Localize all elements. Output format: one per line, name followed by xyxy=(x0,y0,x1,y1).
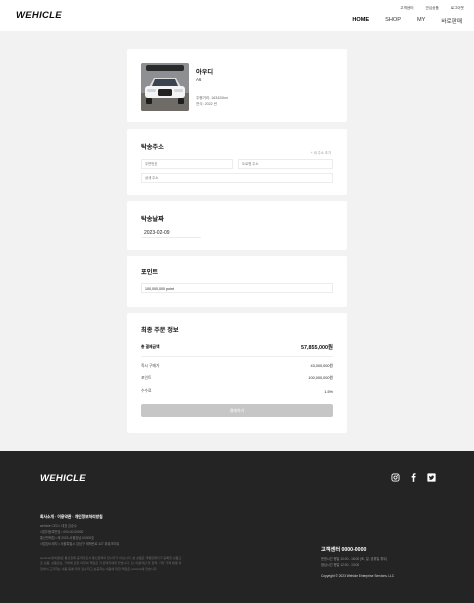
point-row-label: 포인트 xyxy=(141,376,152,380)
point-input[interactable]: 100,000,000 point xyxy=(141,283,333,293)
main-nav: HOME SHOP MY 바로판매 xyxy=(352,17,462,25)
car-year: 연식: 2022 년 xyxy=(196,102,217,106)
car-brand: 아우디 xyxy=(196,69,214,76)
delivery-date-card: 탁송날짜 2023-02-09 xyxy=(127,201,347,250)
instagram-icon[interactable] xyxy=(391,473,400,482)
util-logout[interactable]: 로그아웃 xyxy=(451,6,464,11)
postcode-input[interactable] xyxy=(141,159,233,169)
point-row-value: 100,000,000원 xyxy=(308,376,333,380)
total-amount-row: 총 결제금액 57,855,000원 xyxy=(141,343,333,352)
car-summary-card: 아우디 A6 주행거리: 163420km 연식: 2022 년 xyxy=(127,49,347,122)
add-address-link[interactable]: + 새 주소 추가 xyxy=(311,150,331,155)
utility-menu: 고객센터 관심상품 로그아웃 xyxy=(400,6,464,11)
road-address-input[interactable] xyxy=(238,159,333,169)
instant-price-label: 즉시 구매가 xyxy=(141,364,160,368)
copyright: Copyright © 2023 Wehicle Enterprise Serv… xyxy=(321,574,395,578)
nav-home[interactable]: HOME xyxy=(352,17,369,25)
fee-label: 수수료 xyxy=(141,389,152,393)
instant-price-row: 즉시 구매가 43,000,000원 xyxy=(141,364,333,369)
customer-center-hours: 운영시간 평일 10:00 - 18:00 (토, 일, 공휴일 휴무) 점심시… xyxy=(321,556,387,568)
fee-row: 수수료 1.5% xyxy=(141,389,333,394)
total-value: 57,855,000원 xyxy=(301,345,333,351)
footer-links[interactable]: 회사소개 · 이용약관 · 개인정보처리방침 xyxy=(40,515,103,520)
car-mileage: 주행거리: 163420km xyxy=(196,96,229,100)
cs-hours-line: 점심시간 평일 12:00 - 13:00 xyxy=(321,563,360,567)
nav-shop[interactable]: SHOP xyxy=(385,17,401,25)
customer-center-title: 고객센터 0000-0000 xyxy=(321,547,367,553)
date-input[interactable]: 2023-02-09 xyxy=(141,229,201,238)
nav-sell-now[interactable]: 바로판매 xyxy=(441,17,462,25)
address-title: 탁송주소 xyxy=(141,144,164,151)
point-row: 포인트 100,000,000원 xyxy=(141,376,333,381)
total-label: 총 결제금액 xyxy=(141,344,160,349)
legal-notice: wehicle(위히클)은 통신판매 중개자로서 통신판매의 당사자가 아닙니다… xyxy=(40,556,182,571)
nav-my[interactable]: MY xyxy=(417,17,425,25)
pay-button[interactable]: 결제하기 xyxy=(141,404,333,417)
util-customer-center[interactable]: 고객센터 xyxy=(400,6,413,11)
car-model: A6 xyxy=(196,77,202,82)
detail-address-input[interactable] xyxy=(141,173,333,183)
car-image xyxy=(141,63,189,111)
point-card: 포인트 100,000,000 point xyxy=(127,256,347,307)
site-header: WEHICLE 고객센터 관심상품 로그아웃 HOME SHOP MY 바로판매 xyxy=(0,0,474,31)
point-title: 포인트 xyxy=(141,269,159,276)
company-info: wehicle CEO • 대표 김승수 사업자등록번호 • 000-00-00… xyxy=(40,524,119,548)
delivery-address-card: 탁송주소 + 새 주소 추가 xyxy=(127,129,347,195)
site-footer: WEHICLE 회사소개 · 이용약관 · 개인정보처리방침 wehicle C… xyxy=(0,451,474,603)
brand-logo[interactable]: WEHICLE xyxy=(16,10,62,21)
twitter-icon[interactable] xyxy=(427,473,436,482)
date-title: 탁송날짜 xyxy=(141,216,164,223)
order-title: 최종 주문 정보 xyxy=(141,327,179,334)
order-summary-card: 최종 주문 정보 총 결제금액 57,855,000원 즉시 구매가 43,00… xyxy=(127,313,347,433)
order-divider xyxy=(141,356,333,357)
facebook-icon[interactable] xyxy=(409,473,418,482)
util-wishlist[interactable]: 관심상품 xyxy=(426,6,439,11)
company-info-line: 사업장소재지 • 서울특별시 강남구 테헤란로 427 위워크타워 xyxy=(40,541,120,546)
fee-value: 1.5% xyxy=(324,389,333,394)
social-links xyxy=(391,473,436,482)
footer-logo[interactable]: WEHICLE xyxy=(40,473,86,484)
instant-price-value: 43,000,000원 xyxy=(310,364,334,368)
